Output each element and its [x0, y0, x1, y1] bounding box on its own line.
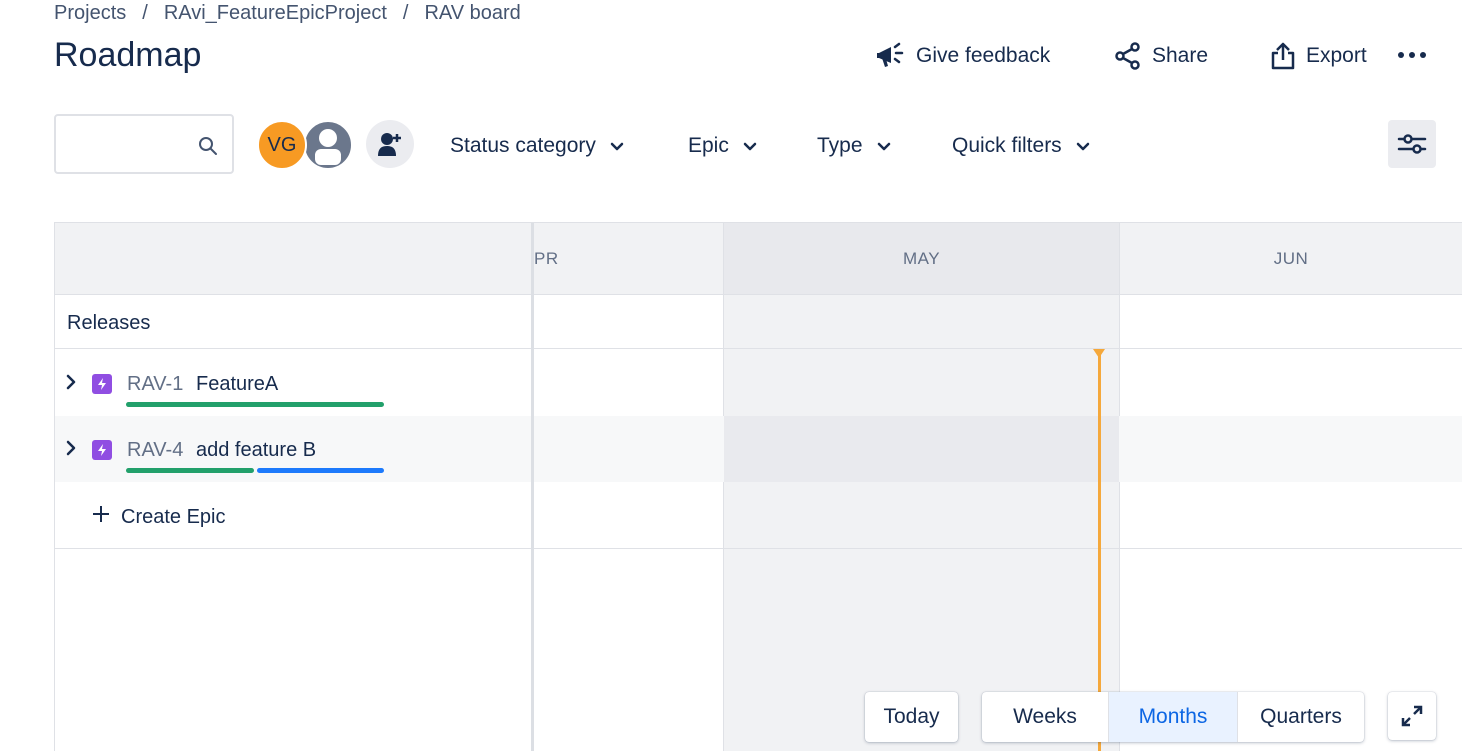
create-epic-label: Create Epic — [121, 505, 226, 528]
chevron-right-icon[interactable] — [65, 374, 77, 395]
quick-filters-filter[interactable]: Quick filters — [952, 128, 1090, 164]
month-divider — [1119, 223, 1120, 751]
chevron-right-icon[interactable] — [65, 440, 77, 461]
breadcrumb: Projects / RAvi_FeatureEpicProject / RAV… — [54, 2, 521, 25]
breadcrumb-project[interactable]: RAvi_FeatureEpicProject — [164, 2, 387, 25]
row-divider — [55, 348, 1462, 349]
epic-key[interactable]: RAV-1 — [127, 373, 183, 396]
share-button[interactable]: Share — [1114, 38, 1208, 74]
share-icon — [1114, 42, 1142, 70]
epic-summary[interactable]: FeatureA — [196, 373, 278, 396]
create-epic-button[interactable]: Create Epic — [91, 502, 226, 532]
current-month-row-shade — [724, 416, 1119, 482]
today-marker-icon — [1093, 349, 1105, 358]
epic-summary[interactable]: add feature B — [196, 439, 316, 462]
search-icon — [198, 136, 218, 161]
type-filter[interactable]: Type — [817, 128, 891, 164]
fullscreen-button[interactable] — [1388, 692, 1436, 740]
month-header-jun: JUN — [1120, 223, 1462, 295]
epic-type-icon — [92, 374, 112, 394]
search-field[interactable] — [54, 114, 234, 174]
quick-filters-label: Quick filters — [952, 134, 1062, 157]
months-label: Months — [1138, 705, 1208, 728]
plus-icon — [91, 504, 111, 530]
today-button[interactable]: Today — [865, 692, 958, 742]
more-actions-button[interactable] — [1394, 40, 1430, 70]
view-settings-button[interactable] — [1388, 120, 1436, 168]
export-label: Export — [1306, 44, 1367, 67]
list-timeline-splitter[interactable] — [531, 223, 534, 751]
epic-progress-done — [126, 402, 384, 407]
month-divider — [723, 223, 724, 751]
chevron-down-icon — [610, 134, 624, 158]
today-label: Today — [883, 705, 940, 728]
avatar-unassigned[interactable] — [303, 120, 353, 170]
weeks-label: Weeks — [1013, 705, 1077, 728]
breadcrumb-separator: / — [142, 2, 148, 24]
more-dot-icon — [1398, 52, 1404, 58]
breadcrumb-projects[interactable]: Projects — [54, 2, 126, 25]
export-icon — [1270, 41, 1296, 71]
months-view-button[interactable]: Months — [1109, 692, 1238, 742]
avatar-vg[interactable]: VG — [257, 120, 307, 170]
epic-progress-done — [126, 468, 254, 473]
status-category-filter[interactable]: Status category — [450, 128, 624, 164]
chevron-down-icon — [877, 134, 891, 158]
page-title: Roadmap — [54, 36, 202, 74]
epic-type-icon — [92, 440, 112, 460]
chevron-down-icon — [743, 134, 757, 158]
megaphone-icon — [876, 42, 906, 70]
give-feedback-button[interactable]: Give feedback — [876, 38, 1050, 74]
epic-filter-label: Epic — [688, 134, 729, 157]
give-feedback-label: Give feedback — [916, 44, 1051, 67]
add-user-icon — [378, 133, 401, 156]
add-people-button[interactable] — [366, 120, 414, 168]
month-header-may: MAY — [724, 223, 1119, 295]
user-silhouette-icon — [315, 129, 341, 165]
type-filter-label: Type — [817, 134, 863, 157]
sliders-icon — [1397, 134, 1427, 154]
releases-label: Releases — [67, 312, 151, 334]
timeline-scale-toggle: Weeks Months Quarters — [982, 692, 1364, 742]
current-month-column — [724, 223, 1119, 751]
row-divider — [55, 548, 1462, 549]
month-header-apr: PR — [534, 223, 724, 295]
month-label: MAY — [902, 248, 941, 268]
epic-progress-in-progress — [257, 468, 384, 473]
month-label: JUN — [1273, 248, 1309, 268]
breadcrumb-board[interactable]: RAV board — [424, 2, 520, 25]
epic-filter[interactable]: Epic — [688, 128, 757, 164]
weeks-view-button[interactable]: Weeks — [982, 692, 1109, 742]
export-button[interactable]: Export — [1270, 38, 1367, 74]
quarters-view-button[interactable]: Quarters — [1238, 692, 1364, 742]
status-category-label: Status category — [450, 134, 596, 157]
search-input[interactable] — [64, 128, 184, 160]
share-label: Share — [1152, 44, 1209, 67]
list-header — [55, 223, 532, 295]
quarters-label: Quarters — [1260, 705, 1342, 728]
breadcrumb-separator: / — [402, 2, 409, 24]
more-dot-icon — [1409, 52, 1415, 58]
more-dot-icon — [1420, 52, 1426, 58]
month-label: PR — [534, 248, 559, 268]
expand-icon — [1401, 705, 1423, 727]
chevron-down-icon — [1076, 134, 1090, 158]
epic-key[interactable]: RAV-4 — [127, 439, 183, 462]
